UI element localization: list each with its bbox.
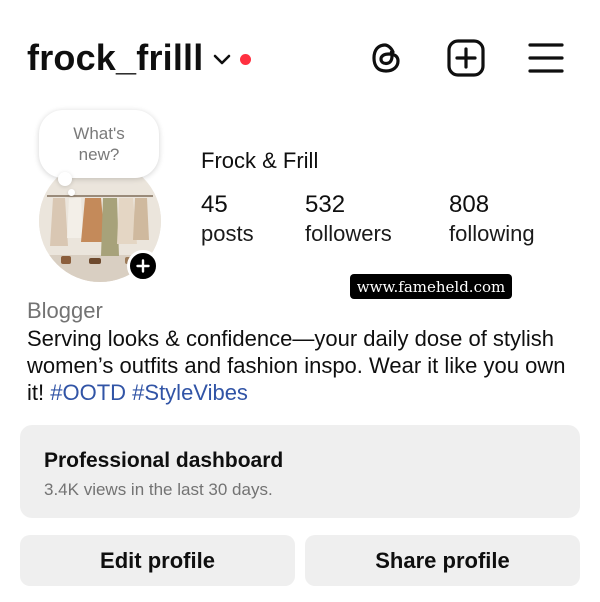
stat-following[interactable]: 808 following	[449, 190, 535, 248]
followers-count: 532	[305, 191, 346, 218]
following-label: following	[449, 221, 535, 246]
threads-icon[interactable]	[366, 38, 406, 78]
note-tail-small	[68, 189, 75, 196]
stat-followers[interactable]: 532 followers	[305, 190, 392, 248]
watermark-label: www.fameheld.com	[350, 274, 512, 299]
stat-posts[interactable]: 45 posts	[201, 190, 254, 248]
dashboard-title: Professional dashboard	[44, 449, 284, 472]
share-profile-button[interactable]: Share profile	[305, 535, 580, 586]
username[interactable]: frock_frilll	[27, 36, 203, 80]
posts-count: 45	[201, 191, 228, 218]
menu-icon[interactable]	[526, 38, 566, 78]
bio: Serving looks & confidence—your daily do…	[27, 325, 587, 406]
add-story-plus-icon[interactable]	[127, 250, 159, 282]
note-tail	[58, 172, 72, 186]
followers-label: followers	[305, 221, 392, 246]
note-text: What's new?	[73, 124, 125, 164]
account-switcher[interactable]: frock_frilll	[27, 36, 252, 80]
following-count: 808	[449, 191, 490, 218]
edit-profile-button[interactable]: Edit profile	[20, 535, 295, 586]
notification-dot	[240, 53, 252, 65]
posts-label: posts	[201, 221, 254, 246]
hashtag-stylevibes[interactable]: #StyleVibes	[132, 380, 248, 405]
create-post-icon[interactable]	[446, 38, 486, 78]
profile-category: Blogger	[27, 298, 103, 323]
dashboard-subtitle: 3.4K views in the last 30 days.	[44, 480, 273, 499]
chevron-down-icon[interactable]	[213, 54, 231, 66]
notes-bubble[interactable]: What's new?	[39, 110, 159, 178]
hashtag-ootd[interactable]: #OOTD	[50, 380, 126, 405]
display-name: Frock & Frill	[201, 148, 319, 173]
